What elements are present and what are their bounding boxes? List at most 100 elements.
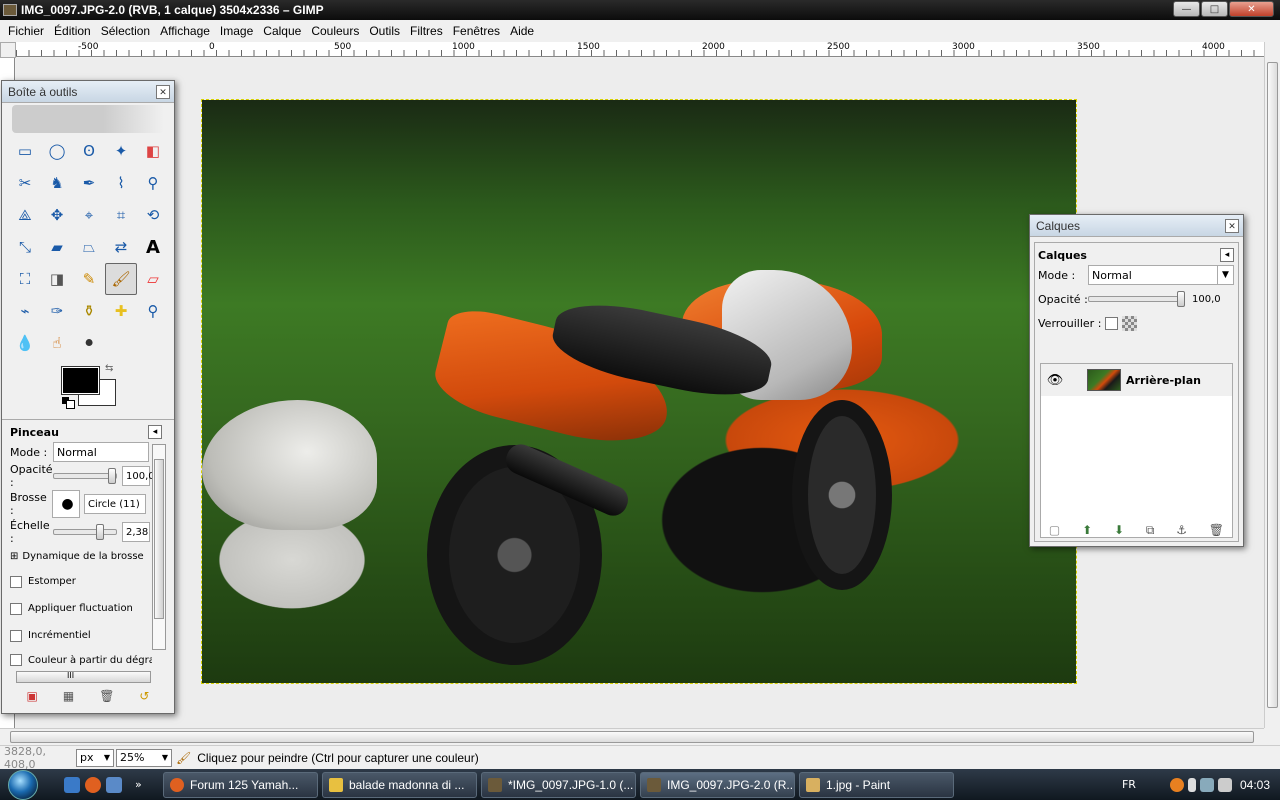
layer-row[interactable]: 👁 Arrière-plan [1041, 364, 1232, 396]
lower-layer-icon[interactable]: ⬇ [1114, 523, 1124, 537]
layer-opacity-value[interactable]: 100,0 [1192, 294, 1221, 305]
layer-mode-select[interactable]: Normal ▼ [1088, 265, 1234, 285]
scroll-thumb[interactable] [1267, 62, 1278, 708]
swap-colors-icon[interactable]: ⇆ [105, 363, 113, 374]
close-icon[interactable]: ✕ [156, 85, 170, 99]
clock[interactable]: 04:03 [1240, 778, 1270, 792]
foreground-select-icon[interactable]: ♞ [41, 167, 73, 199]
menu-calque[interactable]: Calque [258, 24, 306, 38]
checkbox-row[interactable]: Appliquer fluctuation [2, 595, 174, 622]
vertical-scrollbar[interactable] [1264, 42, 1280, 728]
menu-couleurs[interactable]: Couleurs [306, 24, 364, 38]
crop-icon[interactable]: ⌗ [105, 199, 137, 231]
slider-knob[interactable] [1177, 291, 1185, 307]
smudge-icon[interactable]: ☝ [41, 327, 73, 359]
perspective-icon[interactable]: ⏢ [73, 231, 105, 263]
options-hscrollbar[interactable]: III [16, 671, 151, 683]
delete-layer-icon[interactable]: 🗑 [1209, 523, 1224, 537]
options-scrollbar[interactable] [152, 444, 166, 650]
menu-filtres[interactable]: Filtres [405, 24, 448, 38]
clone-icon[interactable]: ⚱ [73, 295, 105, 327]
tab-menu-icon[interactable]: ◂ [148, 425, 162, 439]
airbrush-icon[interactable]: ⌁ [9, 295, 41, 327]
unit-select[interactable]: px ▼ [76, 748, 114, 767]
close-button[interactable]: ✕ [1229, 1, 1274, 17]
brush-dynamics-row[interactable]: ⊞ Dynamique de la brosse [2, 544, 174, 568]
firefox-icon[interactable] [85, 776, 101, 793]
paths-icon[interactable]: ✒ [73, 167, 105, 199]
move-icon[interactable]: ✥ [41, 199, 73, 231]
lock-pixels-checkbox[interactable] [1105, 316, 1119, 330]
menu-fichier[interactable]: Fichier [3, 24, 49, 38]
motorcycle-photo[interactable] [201, 99, 1077, 684]
blur-icon[interactable]: 💧 [9, 327, 41, 359]
switch-windows-icon[interactable] [106, 776, 122, 793]
zoom-select[interactable]: 25% ▼ [116, 748, 172, 767]
zoom-icon[interactable]: ⚲ [137, 167, 169, 199]
overflow-icon[interactable]: » [135, 778, 142, 791]
duplicate-layer-icon[interactable]: ⧉ [1146, 523, 1155, 538]
color-picker-icon[interactable]: ⌇ [105, 167, 137, 199]
language-indicator[interactable]: FR [1122, 778, 1136, 791]
tab-menu-icon[interactable]: ◂ [1220, 248, 1234, 262]
menu-image[interactable]: Image [215, 24, 258, 38]
tray-app-icon[interactable] [1169, 777, 1184, 792]
raise-layer-icon[interactable]: ⬆ [1082, 523, 1092, 537]
start-button[interactable] [0, 769, 46, 800]
maximize-button[interactable]: □ [1201, 1, 1228, 17]
wilber-drop-area[interactable] [12, 105, 164, 133]
scale-slider[interactable] [53, 524, 117, 540]
layer-opacity-slider[interactable] [1088, 291, 1185, 307]
close-icon[interactable]: ✕ [1225, 219, 1239, 233]
taskbar-item[interactable]: *IMG_0097.JPG-1.0 (... [481, 771, 636, 798]
menu-affichage[interactable]: Affichage [155, 24, 215, 38]
taskbar-item[interactable]: Forum 125 Yamah... [163, 771, 318, 798]
scroll-thumb[interactable] [10, 731, 1254, 743]
minimize-button[interactable]: — [1173, 1, 1200, 17]
select-by-color-icon[interactable]: ◧ [137, 135, 169, 167]
flip-icon[interactable]: ⇄ [105, 231, 137, 263]
show-desktop-icon[interactable] [64, 776, 80, 793]
menu-selection[interactable]: Sélection [96, 24, 155, 38]
foreground-color-swatch[interactable] [61, 366, 100, 395]
horizontal-ruler[interactable]: -500 0 500 1000 1500 2000 2500 3000 3500… [16, 42, 1264, 57]
menu-outils[interactable]: Outils [364, 24, 405, 38]
menu-fenetres[interactable]: Fenêtres [448, 24, 505, 38]
eye-icon[interactable]: 👁 [1041, 373, 1069, 388]
estomper-checkbox[interactable] [10, 575, 22, 588]
slider-knob[interactable] [108, 468, 116, 484]
blend-icon[interactable]: ◨ [41, 263, 73, 295]
perspective-clone-icon[interactable]: ⚲ [137, 295, 169, 327]
horizontal-scrollbar[interactable] [0, 728, 1264, 745]
incremental-checkbox[interactable] [10, 629, 22, 642]
scissors-icon[interactable]: ✂ [9, 167, 41, 199]
restore-options-icon[interactable]: ▦ [63, 689, 74, 703]
fluctuation-checkbox[interactable] [10, 602, 22, 615]
taskbar-item[interactable]: 1.jpg - Paint [799, 771, 954, 798]
eraser-icon[interactable]: ▱ [137, 263, 169, 295]
volume-icon[interactable] [1217, 777, 1232, 792]
free-select-icon[interactable]: ʘ [73, 135, 105, 167]
menu-aide[interactable]: Aide [505, 24, 539, 38]
chevron-down-icon[interactable]: ▼ [1217, 266, 1233, 284]
pencil-icon[interactable]: ✎ [73, 263, 105, 295]
rect-select-icon[interactable]: ▭ [9, 135, 41, 167]
text-icon[interactable]: A [137, 231, 169, 263]
quick-mask-toggle[interactable] [0, 42, 16, 58]
fuzzy-select-icon[interactable]: ✦ [105, 135, 137, 167]
zoom-value[interactable]: 25% [120, 751, 144, 764]
opacity-value[interactable]: 100,0 [122, 466, 155, 486]
dodge-burn-icon[interactable]: ⚫ [73, 327, 105, 359]
ink-icon[interactable]: ✑ [41, 295, 73, 327]
checkbox-row[interactable]: Couleur à partir du dégradé [2, 649, 152, 671]
scale-value[interactable]: 2,38 [122, 522, 150, 542]
shear-icon[interactable]: ▰ [41, 231, 73, 263]
heal-icon[interactable]: ✚ [105, 295, 137, 327]
reset-colors-icon[interactable] [62, 397, 75, 409]
taskbar-item[interactable]: balade madonna di ... [322, 771, 477, 798]
network-icon[interactable] [1199, 777, 1214, 792]
rotate-icon[interactable]: ⟲ [137, 199, 169, 231]
new-layer-icon[interactable]: ▢ [1049, 523, 1060, 537]
scale-icon[interactable]: ⤡ [9, 231, 41, 263]
delete-options-icon[interactable]: 🗑 [99, 689, 114, 703]
